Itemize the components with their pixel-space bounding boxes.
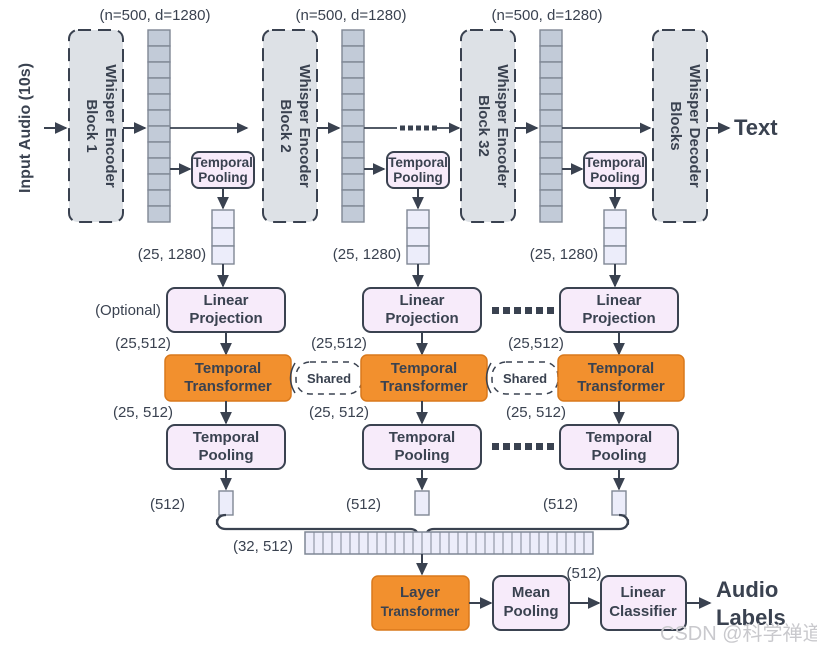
transformer-out-dim-2: (25, 512): [309, 404, 369, 421]
pool-1-line1: Temporal: [193, 155, 253, 170]
mean-pooling[interactable]: Mean Pooling: [492, 575, 570, 631]
shared-label-2: Shared: [503, 371, 547, 386]
linear-classifier-line2: Classifier: [609, 603, 677, 620]
whisper-decoder-blocks[interactable]: Whisper Decoder Blocks: [652, 29, 708, 223]
encoder-block-32-line2: Block 32: [475, 95, 492, 157]
vector-512-2: [414, 490, 430, 516]
pooled-1-dim: (25, 1280): [138, 246, 206, 263]
temporal-transformer-32[interactable]: Temporal Transformer: [557, 354, 685, 402]
linear-projection-1[interactable]: Linear Projection: [166, 287, 286, 333]
pool-32-line1: Temporal: [585, 155, 645, 170]
pooled-2-dim: (25, 1280): [333, 246, 401, 263]
pooled-32-dim: (25, 1280): [530, 246, 598, 263]
encoder-block-2-line2: Block 2: [277, 99, 294, 152]
temporal-transformer-32-line1: Temporal: [588, 360, 654, 377]
encoder-2-top-dim: (n=500, d=1280): [296, 7, 407, 24]
proj-out-dim-1: (25,512): [115, 335, 171, 352]
linear-projection-1-line1: Linear: [203, 292, 248, 309]
concat-vector-strip: [304, 531, 594, 555]
linear-classifier[interactable]: Linear Classifier: [600, 575, 687, 631]
decoder-line1: Whisper Decoder: [686, 64, 703, 188]
input-audio-text: Input Audio (10s): [17, 63, 34, 193]
linear-projection-32[interactable]: Linear Projection: [559, 287, 679, 333]
encoder-block-1-line2: Block 1: [83, 99, 100, 152]
linear-projection-2[interactable]: Linear Projection: [362, 287, 482, 333]
pool-2-line2: Pooling: [393, 170, 443, 185]
optional-label: (Optional): [95, 302, 161, 319]
mean-pooling-line1: Mean: [512, 584, 550, 601]
pool-1-line2: Pooling: [198, 170, 248, 185]
temporal-pooling-2-line1: Temporal: [389, 429, 455, 446]
pool-out-dim-32: (512): [543, 496, 578, 513]
linear-projection-32-line1: Linear: [596, 292, 641, 309]
proj-out-dim-32: (25,512): [508, 335, 564, 352]
pooled-stack-2: [406, 209, 430, 265]
pooled-stack-1: [211, 209, 235, 265]
temporal-transformer-1[interactable]: Temporal Transformer: [164, 354, 292, 402]
layer-transformer[interactable]: Layer Transformer: [371, 575, 470, 631]
pool-32-line2: Pooling: [590, 170, 640, 185]
linear-projection-32-line2: Projection: [582, 310, 655, 327]
watermark-text: CSDN @科学禅道: [660, 622, 817, 645]
audio-labels-line1: Audio: [716, 577, 778, 602]
encoder-block-32[interactable]: Whisper Encoder Block 32: [460, 29, 516, 223]
token-stack-32: [539, 29, 563, 223]
architecture-diagram: Input Audio (10s) Whisper Encoder Block …: [0, 0, 817, 651]
linear-projection-2-line2: Projection: [385, 310, 458, 327]
encoder-32-top-dim: (n=500, d=1280): [492, 7, 603, 24]
temporal-pooling-1-line2: Pooling: [199, 447, 254, 464]
shared-connector-1: Shared: [289, 361, 369, 395]
encoder-1-top-dim: (n=500, d=1280): [100, 7, 211, 24]
pool-out-dim-2: (512): [346, 496, 381, 513]
text-output-label: Text: [734, 115, 778, 140]
pool-out-dim-1: (512): [150, 496, 185, 513]
encoder-block-1[interactable]: Whisper Encoder Block 1: [68, 29, 124, 223]
encoder-temporal-pooling-2[interactable]: Temporal Pooling: [386, 151, 450, 189]
linear-projection-2-line1: Linear: [399, 292, 444, 309]
temporal-transformer-2-line1: Temporal: [391, 360, 457, 377]
encoder-block-1-line1: Whisper Encoder: [102, 64, 119, 188]
temporal-transformer-2-line2: Transformer: [380, 378, 468, 395]
temporal-transformer-2[interactable]: Temporal Transformer: [360, 354, 488, 402]
token-stack-2: [341, 29, 365, 223]
temporal-pooling-32[interactable]: Temporal Pooling: [559, 424, 679, 470]
pool-2-line1: Temporal: [388, 155, 448, 170]
temporal-transformer-1-line2: Transformer: [184, 378, 272, 395]
encoder-block-2[interactable]: Whisper Encoder Block 2: [262, 29, 318, 223]
layer-transformer-line2: Transformer: [381, 604, 461, 619]
encoder-temporal-pooling-32[interactable]: Temporal Pooling: [583, 151, 647, 189]
shared-connector-2: Shared: [485, 361, 566, 395]
pooled-stack-32: [603, 209, 627, 265]
mean-pooling-line2: Pooling: [504, 603, 559, 620]
temporal-pooling-2[interactable]: Temporal Pooling: [362, 424, 482, 470]
vector-512-1: [218, 490, 234, 516]
concat-dim-label: (32, 512): [233, 538, 293, 555]
classifier-input-dim: (512): [566, 565, 601, 582]
linear-projection-1-line2: Projection: [189, 310, 262, 327]
layer-transformer-line1: Layer: [400, 584, 440, 601]
temporal-pooling-1[interactable]: Temporal Pooling: [166, 424, 286, 470]
transformer-out-dim-32: (25, 512): [506, 404, 566, 421]
temporal-pooling-32-line1: Temporal: [586, 429, 652, 446]
shared-label-1: Shared: [307, 371, 351, 386]
temporal-pooling-1-line1: Temporal: [193, 429, 259, 446]
token-stack-1: [147, 29, 171, 223]
temporal-transformer-1-line1: Temporal: [195, 360, 261, 377]
vector-512-32: [611, 490, 627, 516]
encoder-block-2-line1: Whisper Encoder: [296, 64, 313, 188]
temporal-transformer-32-line2: Transformer: [577, 378, 665, 395]
proj-out-dim-2: (25,512): [311, 335, 367, 352]
temporal-pooling-2-line2: Pooling: [395, 447, 450, 464]
transformer-out-dim-1: (25, 512): [113, 404, 173, 421]
linear-classifier-line1: Linear: [620, 584, 665, 601]
encoder-block-32-line1: Whisper Encoder: [494, 64, 511, 188]
encoder-temporal-pooling-1[interactable]: Temporal Pooling: [191, 151, 255, 189]
decoder-line2: Blocks: [667, 101, 684, 150]
temporal-pooling-32-line2: Pooling: [592, 447, 647, 464]
input-audio-label: Input Audio (10s): [17, 63, 34, 193]
